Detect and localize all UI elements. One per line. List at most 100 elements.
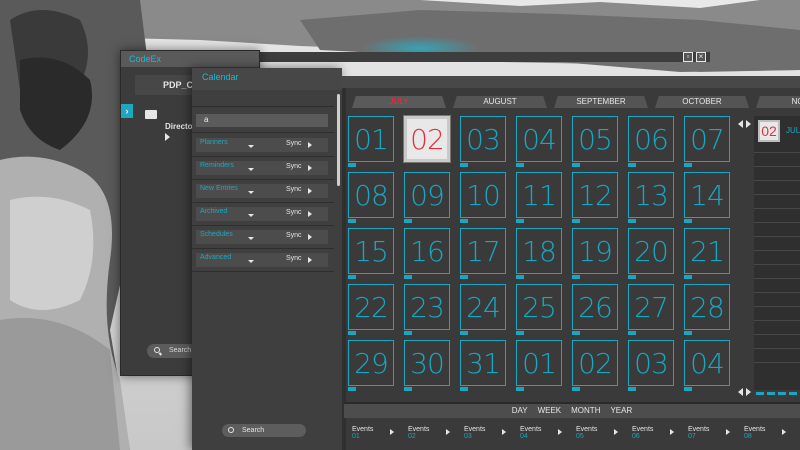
close-icon[interactable]: × bbox=[696, 52, 706, 62]
sync-arrow-icon[interactable] bbox=[308, 188, 312, 194]
calendar-day[interactable]: 10 bbox=[460, 172, 506, 223]
month-tab[interactable]: OCTOBER bbox=[655, 96, 749, 108]
event-arrow-icon[interactable] bbox=[446, 429, 450, 435]
dropdown-caret-icon[interactable] bbox=[248, 214, 254, 217]
month-tab[interactable]: AUGUST bbox=[453, 96, 547, 108]
calendar-day[interactable]: 06 bbox=[628, 116, 674, 167]
event-entry[interactable]: Events 02 bbox=[408, 426, 464, 440]
event-arrow-icon[interactable] bbox=[502, 429, 506, 435]
prev-arrow-icon[interactable] bbox=[738, 388, 743, 396]
sync-arrow-icon[interactable] bbox=[308, 142, 312, 148]
list-search-input[interactable]: Search bbox=[222, 424, 306, 437]
month-tab[interactable]: SEPTEMBER bbox=[554, 96, 648, 108]
dropdown-caret-icon[interactable] bbox=[248, 237, 254, 240]
view-option[interactable]: WEEK bbox=[538, 406, 562, 415]
calendar-day[interactable]: 01 bbox=[516, 340, 562, 391]
event-arrow-icon[interactable] bbox=[614, 429, 618, 435]
sync-arrow-icon[interactable] bbox=[308, 165, 312, 171]
sync-label[interactable]: Sync bbox=[286, 255, 302, 262]
calendar-day[interactable]: 14 bbox=[684, 172, 730, 223]
sync-label[interactable]: Sync bbox=[286, 232, 302, 239]
event-arrow-icon[interactable] bbox=[726, 429, 730, 435]
month-tab[interactable]: NOVE bbox=[756, 96, 800, 108]
calendar-day[interactable]: 29 bbox=[348, 340, 394, 391]
calendar-day[interactable]: 19 bbox=[572, 228, 618, 279]
event-arrow-icon[interactable] bbox=[558, 429, 562, 435]
event-entry[interactable]: Events 05 bbox=[576, 426, 632, 440]
calendar-day[interactable]: 26 bbox=[572, 284, 618, 335]
sync-arrow-icon[interactable] bbox=[308, 234, 312, 240]
calendar-day[interactable]: 04 bbox=[516, 116, 562, 167]
calendar-list-item[interactable]: Reminders Sync bbox=[196, 161, 328, 175]
event-arrow-icon[interactable] bbox=[782, 429, 786, 435]
calendar-day[interactable]: 22 bbox=[348, 284, 394, 335]
calendar-list-item[interactable]: Archived Sync bbox=[196, 207, 328, 221]
dropdown-caret-icon[interactable] bbox=[248, 260, 254, 263]
sync-label[interactable]: Sync bbox=[286, 209, 302, 216]
calendar-day[interactable]: 05 bbox=[572, 116, 618, 167]
calendar-day[interactable]: 25 bbox=[516, 284, 562, 335]
calendar-day[interactable]: 23 bbox=[404, 284, 450, 335]
event-day: 04 bbox=[520, 433, 528, 440]
view-option[interactable]: MONTH bbox=[571, 406, 600, 415]
restore-icon[interactable]: ▫ bbox=[683, 52, 693, 62]
expand-tab-icon[interactable]: › bbox=[121, 104, 133, 118]
event-entry[interactable]: Events 06 bbox=[632, 426, 688, 440]
calendar-day[interactable]: 13 bbox=[628, 172, 674, 223]
next-arrow-icon[interactable] bbox=[746, 388, 751, 396]
calendar-day[interactable]: 02 bbox=[404, 116, 450, 162]
calendar-day[interactable]: 07 bbox=[684, 116, 730, 167]
sync-label[interactable]: Sync bbox=[286, 140, 302, 147]
sync-label[interactable]: Sync bbox=[286, 163, 302, 170]
calendar-day[interactable]: 31 bbox=[460, 340, 506, 391]
calendar-list-item[interactable]: New Entries Sync bbox=[196, 184, 328, 198]
calendar-day[interactable]: 04 bbox=[684, 340, 730, 391]
event-entry[interactable]: Events 08 bbox=[744, 426, 800, 440]
selected-day[interactable]: 02 bbox=[758, 120, 780, 142]
calendar-day[interactable]: 20 bbox=[628, 228, 674, 279]
calendar-list-item[interactable]: Schedules Sync bbox=[196, 230, 328, 244]
calendar-day[interactable]: 21 bbox=[684, 228, 730, 279]
calendar-day[interactable]: 17 bbox=[460, 228, 506, 279]
calendar-day[interactable]: 03 bbox=[460, 116, 506, 167]
calendar-day[interactable]: 30 bbox=[404, 340, 450, 391]
view-option[interactable]: DAY bbox=[512, 406, 528, 415]
calendar-day[interactable]: 02 bbox=[572, 340, 618, 391]
event-indicator bbox=[348, 163, 356, 167]
calendar-day[interactable]: 15 bbox=[348, 228, 394, 279]
calendar-day[interactable]: 08 bbox=[348, 172, 394, 223]
scrollbar[interactable] bbox=[337, 94, 340, 186]
event-arrow-icon[interactable] bbox=[670, 429, 674, 435]
calendar-day[interactable]: 16 bbox=[404, 228, 450, 279]
calendar-list-item[interactable]: Planners Sync bbox=[196, 138, 328, 152]
calendar-day[interactable]: 18 bbox=[516, 228, 562, 279]
view-option[interactable]: YEAR bbox=[610, 406, 632, 415]
event-entry[interactable]: Events 07 bbox=[688, 426, 744, 440]
sync-arrow-icon[interactable] bbox=[308, 257, 312, 263]
calendar-day[interactable]: 01 bbox=[348, 116, 394, 167]
prev-arrow-icon[interactable] bbox=[738, 120, 743, 128]
dropdown-caret-icon[interactable] bbox=[248, 191, 254, 194]
calendar-list-item[interactable]: Advanced Sync bbox=[196, 253, 328, 267]
divider bbox=[192, 271, 334, 272]
expand-arrow-icon[interactable] bbox=[165, 133, 170, 141]
event-entry[interactable]: Events 04 bbox=[520, 426, 576, 440]
event-arrow-icon[interactable] bbox=[390, 429, 394, 435]
sync-label[interactable]: Sync bbox=[286, 186, 302, 193]
calendar-day[interactable]: 03 bbox=[628, 340, 674, 391]
dropdown-caret-icon[interactable] bbox=[248, 145, 254, 148]
calendar-search-input[interactable]: a bbox=[196, 114, 328, 127]
calendar-day[interactable]: 09 bbox=[404, 172, 450, 223]
calendar-day[interactable]: 28 bbox=[684, 284, 730, 335]
calendar-day[interactable]: 11 bbox=[516, 172, 562, 223]
next-arrow-icon[interactable] bbox=[746, 120, 751, 128]
month-tab[interactable]: JULY bbox=[352, 96, 446, 108]
calendar-day[interactable]: 12 bbox=[572, 172, 618, 223]
event-entry[interactable]: Events 01 bbox=[352, 426, 408, 440]
calendar-day[interactable]: 24 bbox=[460, 284, 506, 335]
calendar-day[interactable]: 27 bbox=[628, 284, 674, 335]
calendar-list-item-label: Schedules bbox=[200, 231, 233, 238]
event-entry[interactable]: Events 03 bbox=[464, 426, 520, 440]
dropdown-caret-icon[interactable] bbox=[248, 168, 254, 171]
sync-arrow-icon[interactable] bbox=[308, 211, 312, 217]
